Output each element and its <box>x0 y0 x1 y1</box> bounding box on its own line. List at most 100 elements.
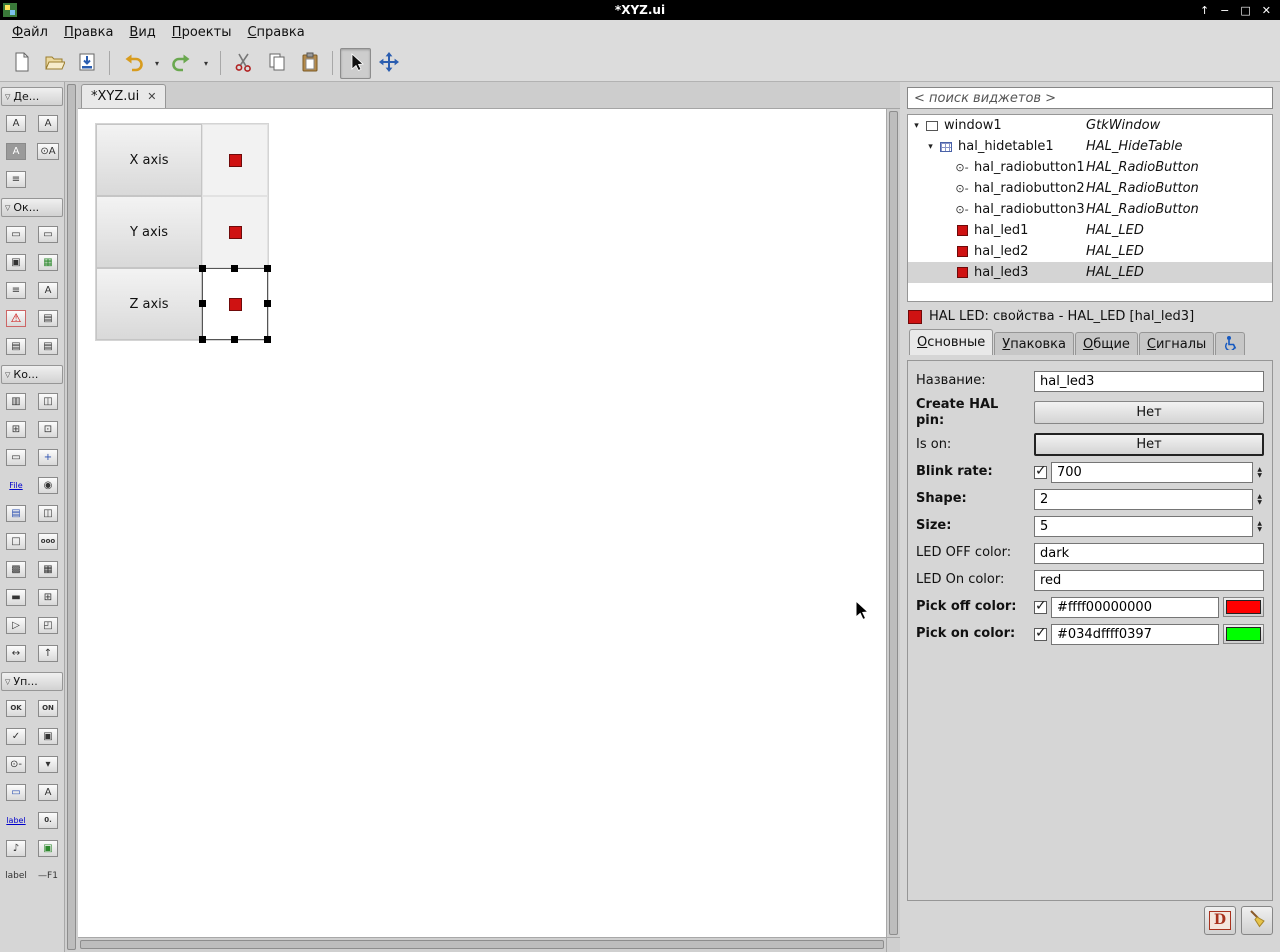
blink-rate-input[interactable] <box>1051 461 1254 483</box>
menu-item[interactable]: Проекты <box>164 22 240 43</box>
palette-item[interactable]: ▭ <box>1 220 31 248</box>
axis-radiobutton-widget[interactable]: Y axis <box>96 196 202 268</box>
palette-item[interactable]: ▣ <box>33 834 63 862</box>
palette-item[interactable]: ▤ <box>1 332 31 360</box>
select-widgets-button[interactable] <box>340 47 371 79</box>
palette-item[interactable]: A <box>33 109 63 137</box>
palette-item[interactable]: ⚠ <box>1 304 31 332</box>
palette-item[interactable]: + <box>33 443 63 471</box>
paste-button[interactable] <box>294 48 325 79</box>
selection-handle[interactable] <box>264 265 271 272</box>
palette-item[interactable]: ≡ <box>1 165 31 193</box>
selection-handle[interactable] <box>199 300 206 307</box>
spin-arrows-icon[interactable]: ▲ ▼ <box>1257 520 1264 532</box>
tree-row[interactable]: hal_radiobutton1 HAL_RadioButton <box>908 157 1272 178</box>
document-tab[interactable]: *XYZ.ui ✕ <box>81 84 167 108</box>
create-hal-pin-button[interactable]: Нет <box>1034 401 1264 425</box>
close-window-button[interactable]: ✕ <box>1262 4 1271 17</box>
tab-accessibility[interactable] <box>1215 332 1246 355</box>
palette-item[interactable]: ⊞ <box>1 415 31 443</box>
palette-section-actions[interactable]: ▽ Де... <box>1 87 63 106</box>
palette-item[interactable]: ON <box>33 694 63 722</box>
palette-item[interactable]: ▬ <box>1 583 31 611</box>
widget-search-input[interactable] <box>907 87 1273 109</box>
tree-row[interactable]: hal_radiobutton2 HAL_RadioButton <box>908 178 1272 199</box>
palette-item[interactable]: ↔ <box>1 639 31 667</box>
tree-expander-icon[interactable]: ▾ <box>924 142 937 152</box>
menu-item[interactable]: Файл <box>4 22 56 43</box>
pick-on-color-input[interactable] <box>1051 623 1219 645</box>
size-input[interactable] <box>1034 515 1254 537</box>
tree-row[interactable]: ▾ hal_hidetable1 HAL_HideTable <box>908 136 1272 157</box>
copy-button[interactable] <box>261 48 292 79</box>
palette-item[interactable]: ▷ <box>1 611 31 639</box>
axis-radiobutton-widget[interactable]: X axis <box>96 124 202 196</box>
open-file-button[interactable] <box>38 48 69 79</box>
palette-item[interactable]: ◫ <box>33 387 63 415</box>
palette-scrollbar[interactable] <box>64 82 78 952</box>
palette-item[interactable]: ◉ <box>33 471 63 499</box>
tree-expander-icon[interactable]: ▾ <box>910 121 923 131</box>
palette-item[interactable]: ◫ <box>33 499 63 527</box>
selection-handle[interactable] <box>199 336 206 343</box>
palette-scrollbar-thumb[interactable] <box>67 84 76 950</box>
pick-off-color-swatch[interactable] <box>1223 597 1264 618</box>
pick-on-color-swatch[interactable] <box>1223 624 1264 645</box>
selection-handle[interactable] <box>231 265 238 272</box>
palette-item[interactable]: OK <box>1 694 31 722</box>
palette-item[interactable]: —F1 <box>33 862 63 890</box>
tree-row[interactable]: hal_led3 HAL_LED <box>908 262 1272 283</box>
blink-rate-checkbox[interactable] <box>1034 463 1047 479</box>
palette-item[interactable]: ♪ <box>1 834 31 862</box>
menu-item[interactable]: Правка <box>56 22 121 43</box>
selection-handle[interactable] <box>264 300 271 307</box>
tree-row[interactable]: hal_led1 HAL_LED <box>908 220 1272 241</box>
palette-item[interactable]: □ <box>1 527 31 555</box>
palette-item[interactable]: A <box>1 137 31 165</box>
tab-general[interactable]: Основные <box>909 329 994 355</box>
maximize-window-button[interactable]: □ <box>1240 4 1250 17</box>
palette-item[interactable]: ↑ <box>33 639 63 667</box>
tab-common[interactable]: Общие <box>1074 332 1138 355</box>
palette-item[interactable]: ◰ <box>33 611 63 639</box>
shape-input[interactable] <box>1034 488 1254 510</box>
tab-signals[interactable]: Сигналы <box>1138 332 1215 355</box>
palette-item[interactable]: ▣ <box>33 722 63 750</box>
palette-item[interactable]: A <box>33 276 63 304</box>
spin-arrows-icon[interactable]: ▲ ▼ <box>1257 493 1264 505</box>
palette-item[interactable]: ⊙- <box>1 750 31 778</box>
name-input[interactable] <box>1034 370 1264 392</box>
new-file-button[interactable] <box>5 48 36 79</box>
devhelp-button[interactable]: D <box>1204 906 1236 935</box>
palette-section-containers[interactable]: ▽ Ко... <box>1 365 63 384</box>
palette-item[interactable]: ▭ <box>33 220 63 248</box>
palette-item[interactable]: label <box>1 806 31 834</box>
save-file-button[interactable] <box>71 48 102 79</box>
palette-item[interactable]: ooo <box>33 527 63 555</box>
palette-item[interactable]: ▦ <box>33 555 63 583</box>
palette-section-toplevels[interactable]: ▽ Ок... <box>1 198 63 217</box>
spin-arrows-icon[interactable]: ▲ ▼ <box>1257 466 1264 478</box>
pick-on-color-checkbox[interactable] <box>1034 625 1047 641</box>
cut-button[interactable] <box>228 48 259 79</box>
palette-item[interactable]: ✓ <box>1 722 31 750</box>
pick-off-color-input[interactable] <box>1051 596 1219 618</box>
palette-item[interactable]: ▤ <box>33 332 63 360</box>
palette-item[interactable]: File <box>1 471 31 499</box>
menu-item[interactable]: Справка <box>239 22 312 43</box>
led-on-color-input[interactable] <box>1034 569 1264 591</box>
design-canvas[interactable]: X axis Y axis Z axis <box>78 109 886 937</box>
redo-history-dropdown[interactable]: ▾ <box>199 48 213 79</box>
canvas-vscroll-thumb[interactable] <box>889 111 898 935</box>
palette-item[interactable]: ▾ <box>33 750 63 778</box>
palette-section-controls[interactable]: ▽ Уп... <box>1 672 63 691</box>
palette-item[interactable]: ▤ <box>33 304 63 332</box>
selection-handle[interactable] <box>231 336 238 343</box>
palette-item[interactable]: ▤ <box>1 499 31 527</box>
close-tab-icon[interactable]: ✕ <box>147 90 156 103</box>
palette-item[interactable]: ⊞ <box>33 583 63 611</box>
tree-row[interactable]: hal_radiobutton3 HAL_RadioButton <box>908 199 1272 220</box>
canvas-vertical-scrollbar[interactable] <box>886 109 900 937</box>
palette-item[interactable]: A <box>33 778 63 806</box>
shade-window-button[interactable]: ↑ <box>1200 4 1209 17</box>
